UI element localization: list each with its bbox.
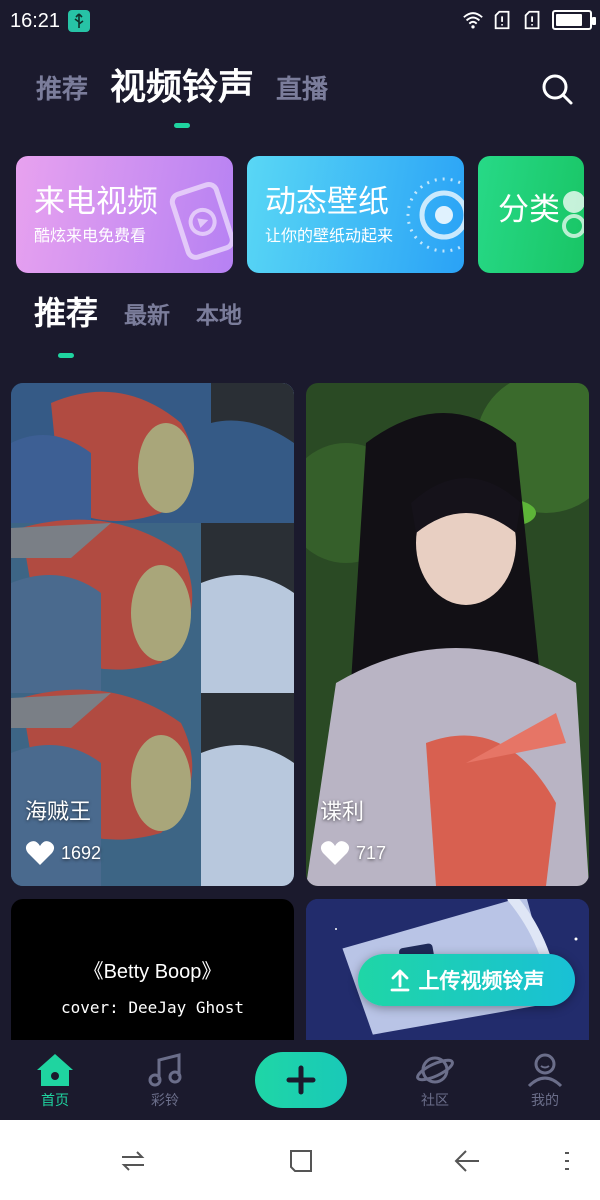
wifi-icon bbox=[463, 12, 483, 29]
song-title-text: 《Betty Boop》 bbox=[83, 961, 222, 983]
nav-profile[interactable]: 我的 bbox=[510, 1052, 580, 1110]
feature-cards: 来电视频 酷炫来电免费看 动态壁纸 让你的壁纸动起来 分类 bbox=[16, 156, 600, 274]
search-icon[interactable] bbox=[540, 72, 574, 106]
incoming-call-video-card[interactable]: 来电视频 酷炫来电免费看 bbox=[16, 156, 233, 273]
like-count-value: 717 bbox=[356, 842, 387, 863]
menu-icon[interactable] bbox=[552, 1146, 582, 1176]
nav-community[interactable]: 社区 bbox=[400, 1052, 470, 1110]
sim-no-signal-icon bbox=[524, 10, 540, 30]
video-grid: 海贼王 1692 谍利 717 《Betty Boop》 cover: DeeJ… bbox=[11, 383, 589, 1043]
add-button[interactable] bbox=[255, 1052, 347, 1108]
nav-label: 社区 bbox=[421, 1093, 449, 1109]
back-icon[interactable] bbox=[452, 1146, 482, 1176]
tab-featured[interactable]: 推荐 bbox=[34, 288, 98, 358]
music-note-icon bbox=[148, 1053, 182, 1087]
upload-icon bbox=[390, 969, 409, 992]
video-title: 海贼王 bbox=[25, 800, 92, 825]
song-cover-text: cover: DeeJay Ghost bbox=[60, 998, 245, 1017]
wallpaper-disc-icon bbox=[406, 177, 464, 253]
tab-live[interactable]: 直播 bbox=[276, 69, 328, 116]
nav-label: 彩铃 bbox=[151, 1093, 179, 1109]
bottom-nav: 首页 彩铃 社区 我的 bbox=[0, 1040, 600, 1120]
category-shapes-icon bbox=[562, 191, 584, 238]
video-card[interactable]: 海贼王 1692 bbox=[11, 383, 294, 886]
battery-level bbox=[556, 14, 582, 26]
video-card[interactable]: 《Betty Boop》 cover: DeeJay Ghost bbox=[11, 899, 294, 1043]
tab-recommend[interactable]: 推荐 bbox=[36, 69, 88, 116]
sim-no-signal-icon bbox=[494, 10, 510, 30]
status-bar: 16:21 bbox=[0, 0, 600, 42]
user-icon bbox=[527, 1053, 563, 1088]
status-time: 16:21 bbox=[10, 9, 61, 32]
planet-icon bbox=[416, 1056, 454, 1084]
nav-ringback[interactable]: 彩铃 bbox=[130, 1052, 200, 1110]
usb-icon bbox=[68, 10, 91, 32]
live-wallpaper-card[interactable]: 动态壁纸 让你的壁纸动起来 bbox=[247, 156, 464, 273]
category-card[interactable]: 分类 bbox=[478, 156, 584, 273]
phone-video-icon bbox=[169, 182, 233, 260]
tab-latest[interactable]: 最新 bbox=[124, 296, 170, 338]
top-tabs: 推荐 视频铃声 直播 bbox=[36, 66, 328, 128]
tab-local[interactable]: 本地 bbox=[196, 296, 242, 338]
system-nav-bar bbox=[0, 1120, 600, 1200]
heart-icon bbox=[320, 841, 350, 865]
like-count[interactable]: 717 bbox=[320, 840, 386, 866]
content-tabs: 推荐 最新 本地 bbox=[34, 292, 242, 358]
home-square-icon[interactable] bbox=[286, 1146, 316, 1176]
tab-video-ringtone[interactable]: 视频铃声 bbox=[110, 58, 254, 128]
nav-home[interactable]: 首页 bbox=[20, 1052, 90, 1110]
upload-video-ringtone-button[interactable]: 上传视频铃声 bbox=[358, 954, 575, 1006]
switch-icon[interactable] bbox=[118, 1146, 148, 1176]
nav-label: 我的 bbox=[531, 1093, 559, 1109]
like-count-value: 1692 bbox=[61, 842, 102, 863]
heart-icon bbox=[25, 841, 55, 865]
nav-label: 首页 bbox=[41, 1093, 69, 1109]
video-card[interactable]: 谍利 717 bbox=[306, 383, 589, 886]
like-count[interactable]: 1692 bbox=[25, 840, 101, 866]
upload-button-label: 上传视频铃声 bbox=[418, 969, 545, 993]
video-title: 谍利 bbox=[320, 800, 365, 825]
home-icon bbox=[37, 1054, 73, 1086]
battery-charging-icon bbox=[552, 10, 596, 30]
plus-icon bbox=[286, 1065, 316, 1095]
